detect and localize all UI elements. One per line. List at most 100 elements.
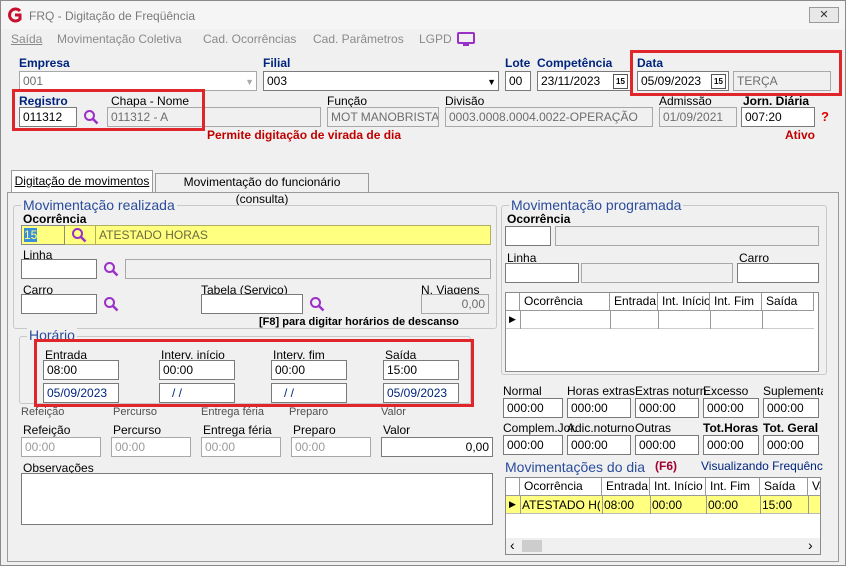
chevron-down-icon: ▼ [245,77,254,87]
interv-inicio-value: 00:00 [163,363,194,377]
saida-data-value: 05/09/2023 [387,386,448,400]
entrada-data-input[interactable]: 05/09/2023 [43,383,119,403]
saida-input[interactable]: 15:00 [383,360,459,380]
linha-desc-display [125,259,491,279]
lgpd-monitor-icon[interactable] [457,32,475,46]
total-outras-value: 000:00 [635,435,699,455]
chapa-nome-label: Chapa - Nome [111,94,190,108]
menu-lgpd[interactable]: LGPD [419,32,452,46]
row-cell-divider [706,496,707,514]
row-cell-divider [762,311,763,329]
observacoes-textarea[interactable] [21,473,493,525]
movimentacoes-dia-grid[interactable]: Ocorrência Entrada Int. Início Int. Fim … [505,477,821,555]
close-button[interactable]: ✕ [809,7,839,23]
scroll-thumb[interactable] [522,540,542,552]
programada-ocorrencia-input[interactable] [505,226,551,246]
valor-input[interactable]: 0,00 [381,437,493,457]
search-icon[interactable] [103,296,119,312]
empresa-select[interactable]: 001 ▼ [19,71,257,91]
search-icon[interactable] [309,296,325,312]
chapa-nome-display: 011312 - A [107,107,321,127]
dia-header-entrada[interactable]: Entrada [602,478,650,496]
entrega-feria-value: 00:00 [205,440,236,454]
tab-movimentacao-funcionario[interactable]: Movimentação do funcionário (consulta) [155,173,369,206]
ghost-label-refeicao: Refeição [21,406,65,418]
programada-carro-input[interactable] [737,263,819,283]
menu-cad-parametros[interactable]: Cad. Parâmetros [313,32,404,46]
valor-label: Valor [383,423,411,437]
carro-input[interactable] [21,294,97,314]
row-cell-divider [520,496,521,514]
search-icon[interactable] [83,109,99,125]
total-complem-value: 000:00 [503,435,563,455]
total-tot-geral-label: Tot. Geral [763,421,819,435]
grid-header-int-inicio[interactable]: Int. Início [658,293,710,311]
calendar-icon[interactable]: 15 [711,74,726,89]
tabela-servico-input[interactable] [201,294,303,314]
dia-header-valor[interactable]: Va [808,478,820,496]
row-cell-divider [650,496,651,514]
scroll-left-arrow[interactable]: ‹ [510,538,515,553]
calendar-icon[interactable]: 15 [613,74,628,89]
filial-label: Filial [263,56,291,70]
entrega-feria-input[interactable]: 00:00 [201,437,281,457]
row-cell-divider [808,496,809,514]
dia-header-saida[interactable]: Saída [760,478,808,496]
search-icon[interactable] [103,261,119,277]
refeicao-input[interactable]: 00:00 [21,437,101,457]
interv-inicio-input[interactable]: 00:00 [159,360,235,380]
dia-header-int-inicio[interactable]: Int. Início [650,478,706,496]
linha-input[interactable] [21,259,97,279]
filial-select[interactable]: 003 ▼ [263,71,499,91]
preparo-input[interactable]: 00:00 [291,437,371,457]
total-tot-geral-value: 000:00 [763,435,819,455]
programada-grid[interactable]: Ocorrência Entrada Int. Início Int. Fim … [505,292,819,372]
interv-fim-value: 00:00 [275,363,306,377]
lote-input[interactable]: 00 [505,71,531,91]
jorn-diaria-input[interactable]: 007:20 [741,107,815,127]
grid-header-entrada[interactable]: Entrada [610,293,658,311]
entrega-feria-label: Entrega féria [203,423,272,437]
programada-ocorrencia-label: Ocorrência [507,212,571,226]
ocorrencia-code-input[interactable]: 15 [21,225,65,245]
entrada-input[interactable]: 08:00 [43,360,119,380]
dia-header-ocorrencia[interactable]: Ocorrência [520,478,602,496]
interv-fim-data-input[interactable]: / / [271,383,347,403]
registro-input[interactable]: 011312 [19,107,77,127]
registro-value: 011312 [23,110,63,124]
horizontal-scrollbar[interactable]: ‹ › [506,538,820,554]
ghost-label-entrega: Entrega féria [201,406,264,418]
interv-inicio-data-value: / / [172,386,183,400]
interv-inicio-data-input[interactable]: / / [159,383,235,403]
grid-header-int-fim[interactable]: Int. Fim [710,293,762,311]
menu-saida[interactable]: Saída [11,32,42,46]
search-icon[interactable] [71,227,87,243]
scroll-right-arrow[interactable]: › [808,538,813,553]
tab-digitacao-movimentos[interactable]: Digitação de movimentos [11,170,153,192]
menu-movimentacao-coletiva[interactable]: Movimentação Coletiva [57,32,182,46]
total-suplementar-label: Suplementar [763,384,823,398]
help-icon[interactable]: ? [821,109,829,124]
interv-fim-input[interactable]: 00:00 [271,360,347,380]
total-suplementar-value: 000:00 [763,398,819,418]
percurso-input[interactable]: 00:00 [111,437,191,457]
row-cell-divider [602,496,603,514]
ocorrencia-code-value: 15 [24,228,38,242]
programada-linha-input[interactable] [505,263,579,283]
grid-header-ocorrencia[interactable]: Ocorrência [520,293,610,311]
total-extras-noturn-label: Extras noturn. [635,384,710,398]
viagens-value: 0,00 [461,297,485,311]
grid-row-empty[interactable]: ▶ [506,311,814,329]
dia-cell-ocorrencia: ATESTADO H( [522,498,600,512]
saida-data-input[interactable]: 05/09/2023 [383,383,459,403]
admissao-display: 01/09/2021 [659,107,737,127]
dia-semana-display: TERÇA [733,71,831,91]
viagens-input[interactable]: 0,00 [421,294,489,314]
programada-title: Movimentação programada [509,197,684,213]
dia-table-row[interactable]: ▶ ATESTADO H( 08:00 00:00 00:00 15:00 [506,496,820,514]
menu-cad-ocorrencias[interactable]: Cad. Ocorrências [203,32,296,46]
dia-header-int-fim[interactable]: Int. Fim [706,478,760,496]
divisao-label: Divisão [445,94,485,108]
dia-cell-int-inicio: 00:00 [652,498,683,512]
grid-header-saida[interactable]: Saída [762,293,814,311]
